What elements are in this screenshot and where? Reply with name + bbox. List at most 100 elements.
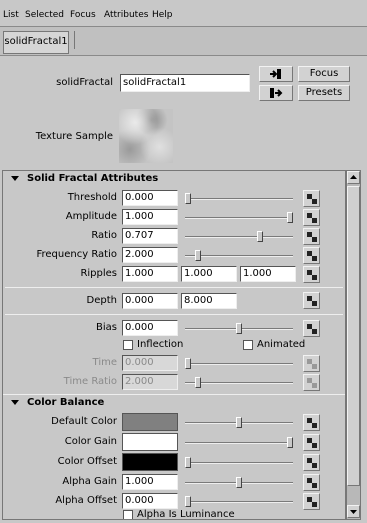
amplitude-slider[interactable] [185,217,293,219]
frequency-ratio-slider[interactable] [185,255,293,257]
color-gain-slider[interactable] [185,442,293,444]
alpha-gain-map-button[interactable] [303,474,320,491]
alpha-gain-label: Alpha Gain [62,476,117,487]
frequency-ratio-field[interactable]: 2.000 [122,247,178,263]
alpha-gain-field[interactable]: 1.000 [122,474,178,490]
divider [3,394,345,395]
default-color-map-button[interactable] [303,414,320,431]
input-connections-button[interactable] [259,66,293,82]
inflection-checkbox[interactable] [123,340,133,350]
color-gain-slider-thumb[interactable] [287,437,293,448]
frequency-ratio-label: Frequency Ratio [36,249,117,260]
time-ratio-label: Time Ratio [63,376,117,387]
checker-icon [312,502,317,507]
divider [5,314,343,315]
threshold-field[interactable]: 0.000 [122,190,178,206]
color-gain-map-button[interactable] [303,434,320,451]
time-ratio-slider[interactable] [185,382,293,384]
ratio-map-button[interactable] [303,228,320,245]
ratio-slider[interactable] [185,236,293,238]
checker-icon [312,237,317,242]
menu-list[interactable]: List [3,10,19,20]
alpha-gain-slider-thumb[interactable] [236,477,242,488]
menu-focus[interactable]: Focus [70,10,96,20]
color-gain-swatch[interactable] [122,433,178,451]
ratio-field[interactable]: 0.707 [122,228,178,244]
checker-icon [312,443,317,448]
texture-sample-swatch [119,109,173,163]
color-offset-map-button[interactable] [303,454,320,471]
tab-separator [74,31,75,49]
ratio-slider-thumb[interactable] [257,231,264,242]
ripples-x-field[interactable]: 1.000 [122,266,178,282]
depth-max-field[interactable]: 8.000 [181,293,237,309]
depth-map-button[interactable] [303,292,320,309]
bias-slider-thumb[interactable] [236,323,242,334]
ripples-map-button[interactable] [303,266,320,283]
checker-icon [312,463,317,468]
checker-icon [312,301,317,306]
arrow-down-icon [350,510,357,514]
checker-icon [312,199,317,204]
node-name-field[interactable]: solidFractal1 [120,74,250,92]
default-color-swatch[interactable] [122,413,178,431]
alpha-offset-field[interactable]: 0.000 [122,493,178,509]
ratio-label: Ratio [91,230,117,241]
threshold-slider[interactable] [185,198,293,200]
focus-button[interactable]: Focus [298,66,350,82]
bias-field[interactable]: 0.000 [122,320,178,336]
default-color-label: Default Color [51,416,117,427]
ripples-z-field[interactable]: 1.000 [240,266,296,282]
collapse-triangle-icon[interactable] [11,176,19,181]
arrow-up-icon [350,175,357,179]
collapse-triangle-icon[interactable] [11,400,19,405]
alpha-offset-slider-thumb[interactable] [185,496,191,507]
section-title-color-balance[interactable]: Color Balance [27,396,227,411]
checker-icon [312,329,317,334]
scrollbar-thumb[interactable] [347,186,360,486]
time-ratio-slider-thumb[interactable] [195,377,202,388]
alpha-offset-slider[interactable] [185,501,293,503]
tab-solidfractal[interactable]: solidFractal1 [3,31,69,54]
bias-map-button[interactable] [303,320,320,337]
checker-icon [312,364,317,369]
amplitude-field[interactable]: 1.000 [122,209,178,225]
default-color-slider-thumb[interactable] [236,417,242,428]
time-ratio-field[interactable]: 2.000 [122,374,178,390]
menu-attributes[interactable]: Attributes [104,10,148,20]
node-type-label: solidFractal [56,77,113,88]
color-offset-slider[interactable] [185,462,293,464]
output-connections-button[interactable] [259,85,293,101]
time-map-button[interactable] [303,355,320,372]
time-slider[interactable] [185,363,293,365]
section-title-solid-fractal[interactable]: Solid Fractal Attributes [27,172,227,187]
amplitude-map-button[interactable] [303,209,320,226]
scroll-up-button[interactable] [347,171,360,184]
depth-min-field[interactable]: 0.000 [122,293,178,309]
time-slider-thumb[interactable] [185,358,191,369]
checker-icon [312,256,317,261]
frequency-ratio-slider-thumb[interactable] [195,250,202,261]
color-offset-slider-thumb[interactable] [185,457,191,468]
time-label: Time [92,357,117,368]
ripples-y-field[interactable]: 1.000 [181,266,237,282]
amplitude-slider-thumb[interactable] [287,212,293,223]
menu-help[interactable]: Help [152,10,173,20]
alpha-offset-map-button[interactable] [303,493,320,510]
checker-icon [312,218,317,223]
frequency-ratio-map-button[interactable] [303,247,320,264]
threshold-map-button[interactable] [303,190,320,207]
presets-button[interactable]: Presets [298,85,350,101]
inflection-label: Inflection [137,339,184,350]
time-field[interactable]: 0.000 [122,355,178,371]
alpha-is-luminance-checkbox[interactable] [123,510,133,519]
checker-icon [312,275,317,280]
menu-bar: List Selected Focus Attributes Help [0,0,367,22]
menu-selected[interactable]: Selected [25,10,64,20]
color-offset-swatch[interactable] [122,453,178,471]
time-ratio-map-button[interactable] [303,374,320,391]
vertical-scrollbar[interactable] [346,170,361,520]
scroll-down-button[interactable] [347,505,360,518]
animated-checkbox[interactable] [243,340,253,350]
threshold-slider-thumb[interactable] [185,193,191,204]
